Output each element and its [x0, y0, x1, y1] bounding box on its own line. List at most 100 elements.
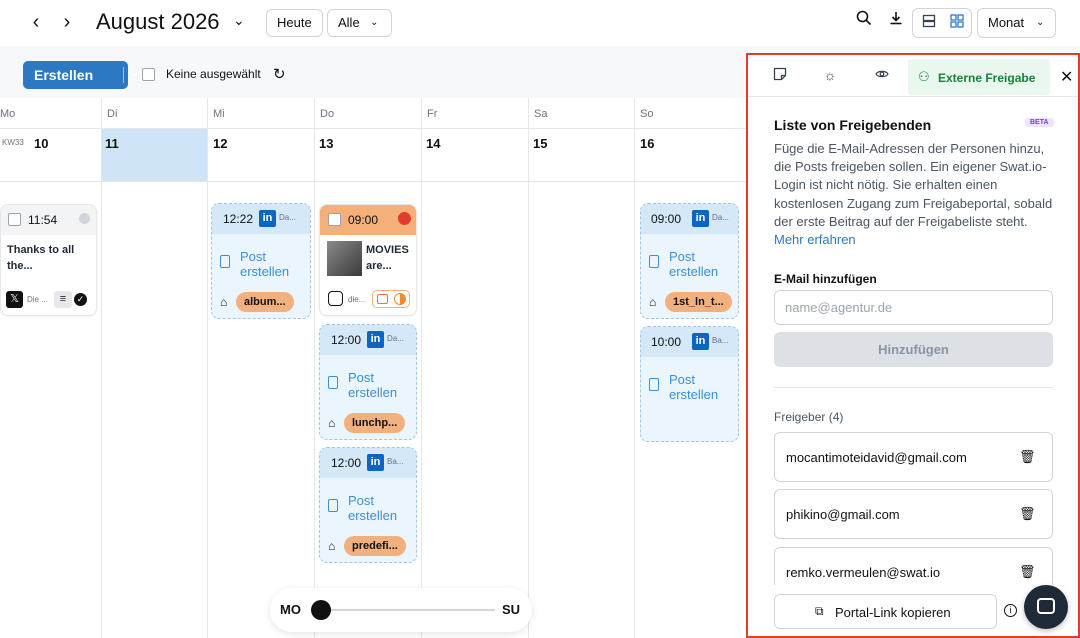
post-time: 10:00 [651, 335, 682, 349]
post-card[interactable]: 11:54 Thanks to all the... 𝕏 Die ... ≡ ✓ [0, 204, 97, 316]
create-post-line: erstellen [240, 264, 290, 279]
selection-label: Keine ausgewählt [166, 67, 261, 81]
external-approval-panel: ☼ ⚇ Externe Freigabe ✕ Liste von Freigeb… [746, 53, 1080, 638]
tag-pill[interactable]: 1st_ln_t... [665, 292, 732, 312]
post-title-line: MOVIES [366, 244, 409, 256]
day-number[interactable]: 16 [640, 136, 654, 151]
slider-track[interactable] [320, 609, 495, 611]
chevron-right-icon[interactable]: › [55, 10, 79, 34]
trash-icon[interactable]: 🗑 [1019, 564, 1036, 580]
account-name: Ba... [387, 457, 404, 466]
create-post-line: Post [669, 249, 696, 264]
card-header: 10:00 in Ba... [641, 327, 738, 357]
day-column-di: Di 11 [102, 98, 208, 638]
month-title[interactable]: August 2026 [96, 9, 220, 35]
post-time: 12:00 [331, 333, 362, 347]
tag-icon: ⌂ [220, 295, 228, 309]
avatar [79, 213, 90, 224]
refresh-icon[interactable]: ↻ [273, 65, 286, 83]
bulb-icon[interactable]: ☼ [820, 67, 840, 87]
chevron-left-icon[interactable]: ‹ [24, 10, 48, 34]
day-number[interactable]: 13 [319, 136, 333, 151]
post-checkbox[interactable] [328, 213, 341, 226]
create-button[interactable]: Erstellen ⌄ [23, 61, 139, 89]
x-twitter-icon: 𝕏 [6, 291, 23, 308]
copy-icon: ⧉ [815, 604, 824, 618]
document-icon [328, 499, 338, 512]
linkedin-icon: in [692, 210, 709, 227]
chevron-down-icon[interactable]: ⌄ [233, 12, 245, 29]
day-number[interactable]: 11 [105, 136, 119, 151]
view-mode-dropdown[interactable]: Monat ⌄ [977, 8, 1056, 38]
day-number[interactable]: 14 [426, 136, 440, 151]
document-icon [649, 378, 659, 391]
post-card[interactable]: 12:00 in Ba... Post erstellen ⌂ predefi.… [319, 447, 417, 563]
tab-external-approval[interactable]: ⚇ Externe Freigabe [908, 59, 1050, 95]
post-card[interactable]: 09:00 in Da... Post erstellen ⌂ 1st_ln_t… [640, 203, 739, 319]
card-header: 12:22 in Da... [212, 204, 310, 234]
email-label: E-Mail hinzufügen [774, 272, 877, 286]
post-time: 12:00 [331, 456, 362, 470]
card-header: 12:00 in Da... [320, 325, 416, 355]
create-post-line: Post [669, 372, 696, 387]
tag-pill[interactable]: album... [236, 292, 294, 312]
chat-icon[interactable] [1024, 585, 1068, 629]
panel-tabs: ☼ ⚇ Externe Freigabe ✕ [748, 55, 1078, 97]
post-card[interactable]: 10:00 in Ba... Post erstellen [640, 326, 739, 442]
status-icon [394, 293, 406, 305]
day-column-fr: Fr 14 [422, 98, 529, 638]
tag-pill[interactable]: lunchp... [344, 413, 406, 433]
create-post-line: erstellen [348, 385, 398, 400]
list-view-icon[interactable] [919, 14, 939, 34]
tag-pill[interactable]: predefi... [344, 536, 406, 556]
post-card[interactable]: 12:22 in Da... Post erstellen ⌂ album... [211, 203, 311, 319]
account-name: die... [348, 295, 366, 304]
beta-badge: BETA [1025, 118, 1054, 127]
post-card[interactable]: 09:00 MOVIES are... die... [319, 204, 417, 316]
account-name: Ba... [712, 336, 729, 345]
linkedin-icon: in [692, 333, 709, 350]
create-post-label: Post erstellen [348, 493, 397, 523]
learn-more-link[interactable]: Mehr erfahren [774, 232, 856, 247]
day-number[interactable]: 12 [213, 136, 227, 151]
note-icon[interactable] [770, 67, 790, 87]
download-icon[interactable] [884, 10, 908, 34]
divider [123, 67, 124, 83]
tag-icon: ⌂ [328, 416, 336, 430]
select-all-checkbox[interactable] [142, 68, 155, 81]
copy-label: Portal-Link kopieren [835, 605, 951, 620]
day-name: So [640, 108, 654, 120]
post-title: MOVIES are... [366, 242, 409, 274]
slider-handle[interactable] [311, 600, 331, 620]
eye-icon[interactable] [872, 67, 892, 87]
approver-item: phikino@gmail.com 🗑 [774, 489, 1053, 539]
chevron-down-icon[interactable]: ⌄ [130, 66, 139, 79]
day-column-mo: Mo KW33 10 [0, 98, 102, 638]
tab-label: Externe Freigabe [938, 71, 1036, 85]
account-name: Die ... [27, 295, 48, 304]
card-header: 09:00 [320, 205, 416, 235]
trash-icon[interactable]: 🗑 [1019, 449, 1036, 465]
create-post-line: erstellen [348, 508, 398, 523]
card-header: 09:00 in Da... [641, 204, 738, 234]
day-name: Do [320, 108, 335, 120]
trash-icon[interactable]: 🗑 [1019, 506, 1036, 522]
filter-dropdown[interactable]: Alle ⌄ [327, 9, 392, 37]
email-input[interactable] [774, 290, 1053, 325]
create-post-line: Post [240, 249, 267, 264]
info-icon[interactable]: i [1004, 604, 1017, 617]
copy-portal-link-button[interactable]: ⧉ Portal-Link kopieren [774, 594, 997, 629]
post-card[interactable]: 12:00 in Da... Post erstellen ⌂ lunchp..… [319, 324, 417, 440]
day-number[interactable]: 15 [533, 136, 547, 151]
post-title-line: the... [7, 260, 33, 272]
description-text: Füge die E-Mail-Adressen der Personen hi… [774, 141, 1053, 229]
top-bar: ‹ › August 2026 ⌄ Heute Alle ⌄ Monat ⌄ [0, 0, 1080, 46]
post-checkbox[interactable] [8, 213, 21, 226]
add-approver-button[interactable]: Hinzufügen [774, 332, 1053, 367]
close-icon[interactable]: ✕ [1060, 67, 1073, 87]
search-icon[interactable] [852, 10, 876, 34]
calendar-grid: Mo KW33 10 Di 11 Mi 12 Do 13 Fr 14 Sa 15… [0, 98, 748, 638]
today-button[interactable]: Heute [266, 9, 323, 37]
day-number[interactable]: 10 [34, 136, 48, 151]
grid-view-icon[interactable] [947, 14, 967, 34]
